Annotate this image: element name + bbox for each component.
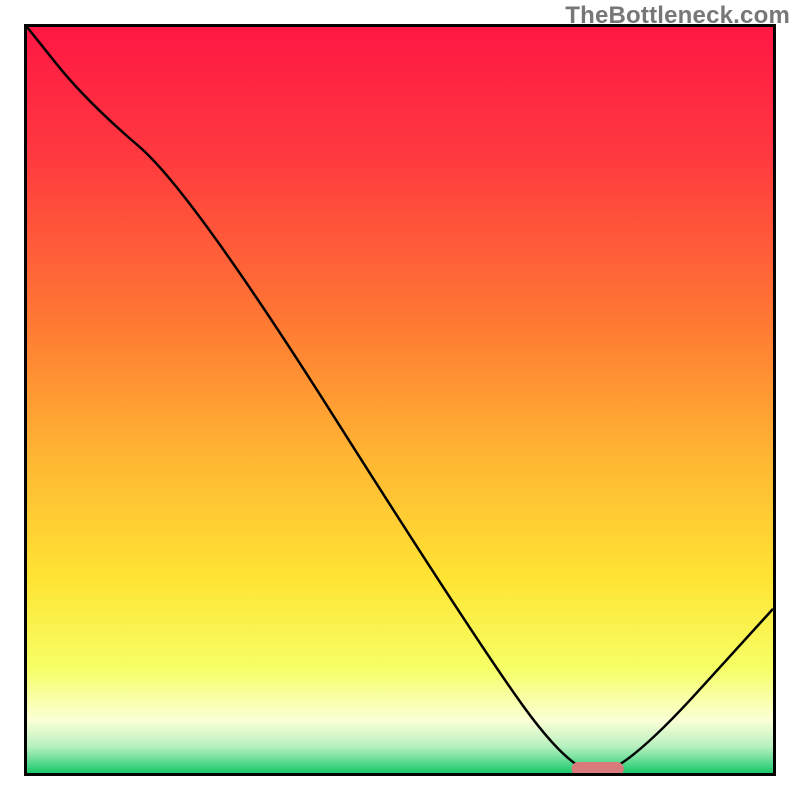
sweet-spot-marker (27, 27, 773, 773)
plot-frame (24, 24, 776, 776)
